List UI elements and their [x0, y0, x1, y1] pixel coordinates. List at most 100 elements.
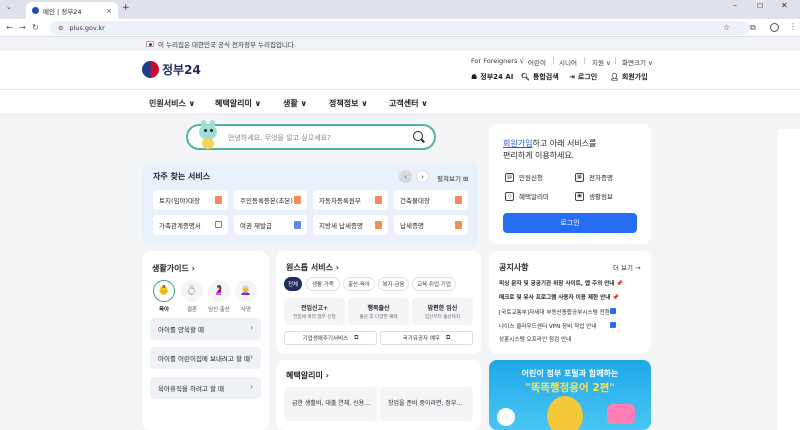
service-chip[interactable]: 납세증명 [394, 215, 468, 235]
life-guide-title[interactable]: 생활가이드 › [152, 263, 195, 274]
integrated-search-button[interactable]: 🔍︎ 통합검색 [521, 72, 559, 82]
notice-item[interactable]: 피싱 문자 및 공공기관 위장 사이트, 앱 주의 안내 📌 [499, 279, 623, 287]
benefit-title[interactable]: 혜택알리미 › [286, 370, 329, 381]
signup-button[interactable]: 👤︎ 회원가입 [610, 72, 648, 82]
menu-icon[interactable]: ⋮ [789, 22, 797, 31]
service-chip-label: 주민등록등본(초본) [240, 197, 293, 205]
notice-more-link[interactable]: 더 보기 → [613, 262, 641, 272]
notice-item[interactable]: 매크로 및 유사 프로그램 사용자 이용 제한 안내 📌 [499, 293, 619, 301]
nav-policy-info[interactable]: 정책정보 ∨ [329, 98, 368, 109]
onestop-tab-birth-childcare[interactable]: 출산·육아 [343, 277, 375, 291]
login-button[interactable]: ⇥ 로그인 [569, 72, 597, 82]
divider [615, 57, 616, 64]
benefit-item[interactable]: 급한 생활비, 대출 연체, 신용... [284, 387, 377, 421]
certificate-icon: ▦ [575, 172, 584, 182]
onestop-tab-welfare-finance[interactable]: 복지·금융 [378, 277, 409, 291]
back-icon[interactable]: ← [3, 23, 16, 32]
main-search-input[interactable]: 안녕하세요. 무엇을 알고 싶으세요? [186, 124, 436, 150]
util-text-size[interactable]: 화면크기 ∨ [622, 57, 653, 67]
life-guide-row[interactable]: 아이를 어린이집에 보내려고 할 때 › [150, 347, 261, 369]
onestop-link-label: 기업생애주기서비스 [302, 336, 349, 342]
elder-icon: 👩‍🦳 [240, 286, 252, 296]
life-info-icon: ▣ [575, 191, 584, 201]
life-icon-label: 육아 [158, 307, 170, 313]
service-chip[interactable]: 주민등록등본(초본) [234, 190, 307, 210]
profile-icon[interactable] [770, 23, 779, 32]
onestop-title[interactable]: 원스톱 서비스 › [286, 262, 339, 273]
promo-line1: 어린이 정부 포털과 함께하는 [521, 369, 619, 378]
onestop-item[interactable]: 전입신고+ 전입에 여러 업무 신청 [284, 298, 345, 325]
life-guide-row[interactable]: 육아휴직을 하려고 할 때 › [150, 377, 261, 399]
favorites-prev-button[interactable]: ‹ [399, 170, 412, 183]
onestop-tab-all[interactable]: 전체 [284, 277, 302, 291]
close-tab-icon[interactable]: × [106, 7, 112, 15]
signup-link[interactable]: 회원가입 [503, 139, 532, 148]
login-feature-life[interactable]: ▣ 생활정보 [575, 191, 613, 201]
service-chip[interactable]: 지방세 납세증명 [313, 215, 388, 235]
login-feature-benefit[interactable]: ◇ 혜택알리미 [505, 191, 549, 201]
forward-icon[interactable]: → [16, 23, 29, 32]
onestop-item[interactable]: 맘편한 임신 임신부터 출산까지 [412, 298, 473, 325]
bubble-illustration-icon [497, 408, 515, 426]
util-for-foreigners[interactable]: For Foreigners ∨ [471, 57, 524, 65]
life-icon-childcare[interactable]: 👶 [153, 280, 175, 302]
address-bar[interactable]: ⚙ plus.gov.kr ☆ [50, 21, 750, 35]
login-feature-certificate[interactable]: ▦ 전자증명 [575, 172, 613, 182]
maximize-icon[interactable]: ☐ [757, 2, 763, 10]
official-site-text: 이 누리집은 대한민국 공식 전자정부 누리집입니다. [158, 41, 296, 49]
gov24-ai-button[interactable]: ☗ 정부24 AI [471, 72, 513, 82]
korea-flag-icon [146, 41, 154, 47]
search-submit-icon[interactable] [413, 131, 423, 141]
login-card-button[interactable]: 로그인 [503, 213, 637, 233]
life-guide-row[interactable]: 아이를 양육할 때 › [150, 318, 261, 340]
close-window-icon[interactable]: ✕ [781, 1, 788, 10]
service-chip[interactable]: 가족관계증명서 [153, 215, 228, 235]
site-header: 정부 24 For Foreigners ∨ 어린이 시니어 지원 ∨ 화면크기 … [0, 51, 800, 89]
life-guide-row-label: 육아휴직을 하려고 할 때 [158, 385, 224, 393]
benefit-item[interactable]: 창업을 준비 중이라면, 정부... [380, 387, 473, 421]
notice-item[interactable]: [국토교통부]자세대 부동산종합공부시스템 전환... [499, 308, 615, 316]
site-info-icon[interactable]: ⚙ [58, 25, 63, 32]
onestop-link[interactable]: 국가유공자 예우 ⧉ [380, 331, 473, 345]
bookmark-star-icon[interactable]: ☆ [723, 23, 730, 32]
benefit-icon: ◇ [505, 191, 514, 201]
favorites-expand-button[interactable]: 펼쳐보기 ⊞ [437, 173, 468, 183]
login-feature-civil[interactable]: ▤ 민원신청 [505, 172, 543, 182]
right-gutter [778, 129, 800, 430]
gov24-logo[interactable]: 정부 24 [142, 61, 201, 78]
service-chip[interactable]: 여권 재발급 [234, 215, 307, 235]
onestop-tab-life-family[interactable]: 생활·가족 [306, 277, 340, 291]
life-icon-pregnancy[interactable]: 🤰 [208, 280, 230, 302]
service-chip[interactable]: 자동차등록원부 [313, 190, 388, 210]
browser-tab[interactable]: 메인 | 정부24 × [26, 2, 118, 19]
nav-customer-center[interactable]: 고객센터 ∨ [389, 98, 428, 109]
service-chip[interactable]: 토지(임야)대장 [153, 190, 228, 210]
onestop-item[interactable]: 행복출산 출산 후 다양한 혜택 [348, 298, 409, 325]
nav-benefit-alerts[interactable]: 혜택알리미 ∨ [215, 98, 261, 109]
minimize-icon[interactable]: – [733, 1, 737, 10]
onestop-tab-edu-job-biz[interactable]: 교육·취업·기업 [412, 277, 456, 291]
life-icon-marriage[interactable]: 💍 [181, 280, 203, 302]
notice-item[interactable]: 상훈시스템 오프라인 점검 안내 [499, 335, 571, 343]
util-support[interactable]: 지원 ∨ [592, 57, 611, 67]
reload-icon[interactable]: ↻ [29, 23, 42, 32]
nav-civil-service[interactable]: 민원서비스 ∨ [149, 98, 195, 109]
new-tab-button[interactable]: + [122, 3, 130, 13]
speech-illustration-icon [607, 404, 635, 424]
promo-banner[interactable]: 어린이 정부 포털과 함께하는 "똑똑행정용어 2편" [489, 360, 651, 430]
mascot-illustration-icon [547, 396, 583, 430]
util-senior[interactable]: 시니어 [559, 57, 577, 67]
pregnant-icon: 🤰 [213, 286, 225, 296]
notice-item[interactable]: 나이스 클라우드센터 VPN 장비 작업 안내 [499, 322, 596, 330]
util-kids[interactable]: 어린이 [528, 57, 546, 67]
life-icon-death[interactable]: 👩‍🦳 [235, 280, 257, 302]
service-chip-label: 건축물대장 [400, 197, 430, 205]
service-chip[interactable]: 건축물대장 [394, 190, 468, 210]
nav-life[interactable]: 생활 ∨ [283, 98, 307, 109]
tab-search-icon[interactable]: ⌄ [6, 3, 12, 11]
onestop-link-label: 국가유공자 예우 [402, 336, 440, 342]
onestop-link[interactable]: 기업생애주기서비스 ⧉ [284, 331, 377, 345]
extensions-icon[interactable]: ⧉ [750, 23, 756, 33]
favorites-next-button[interactable]: › [416, 170, 429, 183]
onestop-item-sub: 출산 후 다양한 혜택 [359, 315, 398, 320]
